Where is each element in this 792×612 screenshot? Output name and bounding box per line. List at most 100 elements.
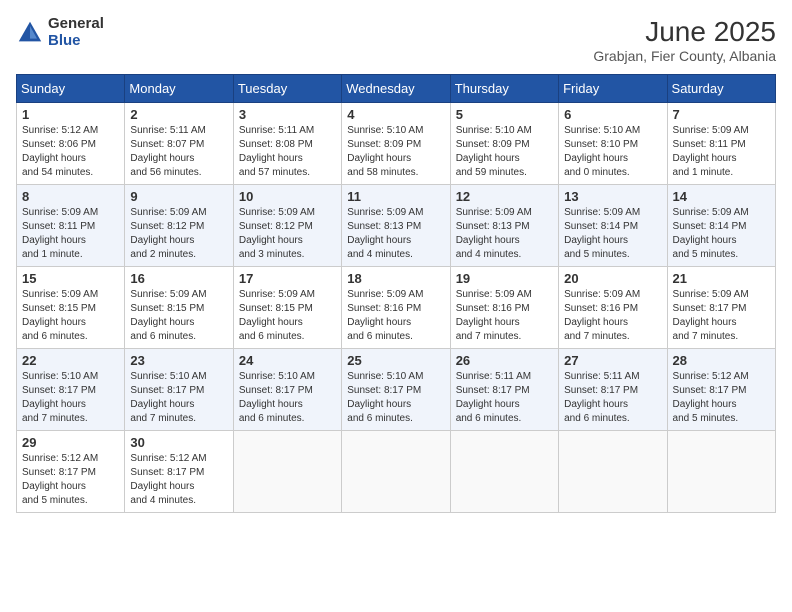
daylight-label: Daylight hours: [673, 235, 737, 246]
day-info: Sunrise: 5:10 AM Sunset: 8:09 PM Dayligh…: [456, 124, 553, 180]
daylight-label: Daylight hours: [347, 317, 411, 328]
daylight-duration: and 7 minutes.: [456, 331, 522, 342]
sunrise-label: Sunrise: 5:10 AM: [564, 125, 640, 136]
empty-cell: [233, 431, 341, 513]
sunset-label: Sunset: 8:17 PM: [239, 385, 313, 396]
sunset-label: Sunset: 8:11 PM: [673, 139, 746, 150]
day-cell-23: 23 Sunrise: 5:10 AM Sunset: 8:17 PM Dayl…: [125, 349, 233, 431]
sunrise-label: Sunrise: 5:11 AM: [564, 371, 639, 382]
sunrise-label: Sunrise: 5:09 AM: [673, 125, 749, 136]
sunrise-label: Sunrise: 5:10 AM: [130, 371, 206, 382]
sunset-label: Sunset: 8:15 PM: [239, 303, 313, 314]
daylight-duration: and 59 minutes.: [456, 167, 527, 178]
day-cell-27: 27 Sunrise: 5:11 AM Sunset: 8:17 PM Dayl…: [559, 349, 667, 431]
day-cell-7: 7 Sunrise: 5:09 AM Sunset: 8:11 PM Dayli…: [667, 103, 775, 185]
logo-icon: [16, 19, 44, 47]
sunset-label: Sunset: 8:13 PM: [347, 221, 421, 232]
day-number: 17: [239, 271, 336, 286]
day-number: 2: [130, 107, 227, 122]
sunset-label: Sunset: 8:08 PM: [239, 139, 313, 150]
day-cell-4: 4 Sunrise: 5:10 AM Sunset: 8:09 PM Dayli…: [342, 103, 450, 185]
daylight-label: Daylight hours: [22, 317, 86, 328]
sunset-label: Sunset: 8:13 PM: [456, 221, 530, 232]
daylight-label: Daylight hours: [564, 235, 628, 246]
daylight-label: Daylight hours: [239, 153, 303, 164]
empty-cell: [342, 431, 450, 513]
daylight-label: Daylight hours: [130, 317, 194, 328]
daylight-label: Daylight hours: [456, 399, 520, 410]
calendar-table: Sunday Monday Tuesday Wednesday Thursday…: [16, 74, 776, 513]
day-info: Sunrise: 5:09 AM Sunset: 8:16 PM Dayligh…: [564, 288, 661, 344]
daylight-duration: and 5 minutes.: [22, 495, 88, 506]
sunrise-label: Sunrise: 5:09 AM: [347, 289, 423, 300]
day-cell-28: 28 Sunrise: 5:12 AM Sunset: 8:17 PM Dayl…: [667, 349, 775, 431]
day-number: 23: [130, 353, 227, 368]
day-info: Sunrise: 5:11 AM Sunset: 8:07 PM Dayligh…: [130, 124, 227, 180]
sunrise-label: Sunrise: 5:12 AM: [130, 453, 206, 464]
sunset-label: Sunset: 8:10 PM: [564, 139, 638, 150]
daylight-label: Daylight hours: [239, 317, 303, 328]
sunrise-label: Sunrise: 5:10 AM: [347, 125, 423, 136]
daylight-label: Daylight hours: [239, 399, 303, 410]
day-number: 7: [673, 107, 770, 122]
sunrise-label: Sunrise: 5:12 AM: [22, 125, 98, 136]
daylight-label: Daylight hours: [456, 317, 520, 328]
col-sunday: Sunday: [17, 75, 125, 103]
sunset-label: Sunset: 8:09 PM: [456, 139, 530, 150]
calendar-header-row: Sunday Monday Tuesday Wednesday Thursday…: [17, 75, 776, 103]
col-saturday: Saturday: [667, 75, 775, 103]
sunrise-label: Sunrise: 5:12 AM: [22, 453, 98, 464]
day-info: Sunrise: 5:10 AM Sunset: 8:17 PM Dayligh…: [22, 370, 119, 426]
daylight-label: Daylight hours: [673, 399, 737, 410]
day-cell-6: 6 Sunrise: 5:10 AM Sunset: 8:10 PM Dayli…: [559, 103, 667, 185]
day-cell-26: 26 Sunrise: 5:11 AM Sunset: 8:17 PM Dayl…: [450, 349, 558, 431]
page-header: General Blue June 2025 Grabjan, Fier Cou…: [16, 16, 776, 64]
day-cell-2: 2 Sunrise: 5:11 AM Sunset: 8:07 PM Dayli…: [125, 103, 233, 185]
day-number: 11: [347, 189, 444, 204]
daylight-duration: and 7 minutes.: [673, 331, 739, 342]
day-cell-18: 18 Sunrise: 5:09 AM Sunset: 8:16 PM Dayl…: [342, 267, 450, 349]
day-number: 28: [673, 353, 770, 368]
daylight-label: Daylight hours: [22, 399, 86, 410]
day-cell-11: 11 Sunrise: 5:09 AM Sunset: 8:13 PM Dayl…: [342, 185, 450, 267]
daylight-duration: and 6 minutes.: [239, 331, 305, 342]
title-section: June 2025 Grabjan, Fier County, Albania: [593, 16, 776, 64]
sunrise-label: Sunrise: 5:11 AM: [130, 125, 205, 136]
daylight-duration: and 6 minutes.: [347, 413, 413, 424]
daylight-label: Daylight hours: [22, 481, 86, 492]
sunrise-label: Sunrise: 5:09 AM: [347, 207, 423, 218]
day-info: Sunrise: 5:11 AM Sunset: 8:08 PM Dayligh…: [239, 124, 336, 180]
day-info: Sunrise: 5:09 AM Sunset: 8:15 PM Dayligh…: [130, 288, 227, 344]
daylight-duration: and 0 minutes.: [564, 167, 630, 178]
day-cell-9: 9 Sunrise: 5:09 AM Sunset: 8:12 PM Dayli…: [125, 185, 233, 267]
day-cell-13: 13 Sunrise: 5:09 AM Sunset: 8:14 PM Dayl…: [559, 185, 667, 267]
sunrise-label: Sunrise: 5:11 AM: [456, 371, 531, 382]
day-cell-21: 21 Sunrise: 5:09 AM Sunset: 8:17 PM Dayl…: [667, 267, 775, 349]
daylight-label: Daylight hours: [564, 317, 628, 328]
daylight-duration: and 6 minutes.: [239, 413, 305, 424]
sunset-label: Sunset: 8:14 PM: [564, 221, 638, 232]
daylight-duration: and 4 minutes.: [347, 249, 413, 260]
day-cell-24: 24 Sunrise: 5:10 AM Sunset: 8:17 PM Dayl…: [233, 349, 341, 431]
sunrise-label: Sunrise: 5:09 AM: [456, 289, 532, 300]
day-info: Sunrise: 5:09 AM Sunset: 8:16 PM Dayligh…: [456, 288, 553, 344]
calendar-week-5: 29 Sunrise: 5:12 AM Sunset: 8:17 PM Dayl…: [17, 431, 776, 513]
day-info: Sunrise: 5:10 AM Sunset: 8:17 PM Dayligh…: [347, 370, 444, 426]
day-info: Sunrise: 5:09 AM Sunset: 8:15 PM Dayligh…: [239, 288, 336, 344]
day-info: Sunrise: 5:10 AM Sunset: 8:09 PM Dayligh…: [347, 124, 444, 180]
daylight-duration: and 6 minutes.: [22, 331, 88, 342]
col-monday: Monday: [125, 75, 233, 103]
daylight-duration: and 1 minute.: [673, 167, 734, 178]
daylight-duration: and 4 minutes.: [456, 249, 522, 260]
day-cell-12: 12 Sunrise: 5:09 AM Sunset: 8:13 PM Dayl…: [450, 185, 558, 267]
day-number: 18: [347, 271, 444, 286]
day-number: 6: [564, 107, 661, 122]
calendar-body: 1 Sunrise: 5:12 AM Sunset: 8:06 PM Dayli…: [17, 103, 776, 513]
day-number: 10: [239, 189, 336, 204]
sunset-label: Sunset: 8:17 PM: [456, 385, 530, 396]
day-number: 20: [564, 271, 661, 286]
day-cell-10: 10 Sunrise: 5:09 AM Sunset: 8:12 PM Dayl…: [233, 185, 341, 267]
sunset-label: Sunset: 8:17 PM: [130, 467, 204, 478]
col-tuesday: Tuesday: [233, 75, 341, 103]
day-cell-20: 20 Sunrise: 5:09 AM Sunset: 8:16 PM Dayl…: [559, 267, 667, 349]
